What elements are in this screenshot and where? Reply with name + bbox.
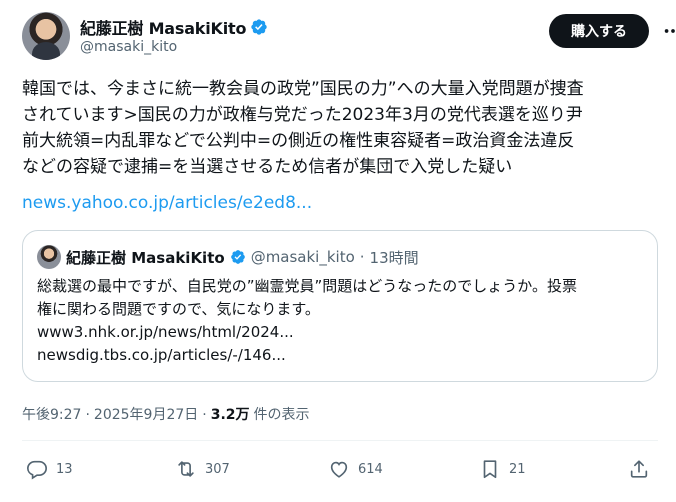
reply-button[interactable]: 13 bbox=[26, 458, 73, 480]
bookmark-count: 21 bbox=[509, 461, 526, 477]
like-count: 614 bbox=[358, 461, 383, 477]
more-options-icon[interactable] bbox=[662, 20, 676, 42]
quoted-tweet-header: 紀藤正樹 MasakiKito @masaki_kito · 13時間 bbox=[37, 245, 419, 269]
quoted-avatar bbox=[37, 245, 61, 269]
quoted-tweet-text: 総裁選の最中ですが、自民党の”幽霊党員”問題はどうなったのでしょうか。投票 権に… bbox=[37, 275, 647, 367]
repost-icon bbox=[178, 461, 194, 477]
quoted-display-name: 紀藤正樹 MasakiKito bbox=[66, 248, 225, 267]
bookmark-icon bbox=[483, 460, 497, 479]
heart-icon bbox=[330, 461, 348, 478]
bookmark-button[interactable]: 21 bbox=[479, 458, 526, 480]
tweet-time[interactable]: 午後9:27 bbox=[22, 404, 81, 424]
quoted-tweet-card[interactable]: 紀藤正樹 MasakiKito @masaki_kito · 13時間 総裁選の… bbox=[22, 230, 658, 382]
tweet-body-text: 韓国では、今まさに統一教会員の政党”国民の力”への大量入党問題が捜査 されていま… bbox=[22, 79, 584, 177]
like-button[interactable]: 614 bbox=[328, 458, 383, 480]
tweet-meta: 午後9:27 · 2025年9月27日 · 3.2万 件の表示 bbox=[22, 404, 310, 424]
reply-count: 13 bbox=[56, 461, 73, 477]
tweet-link[interactable]: news.yahoo.co.jp/articles/e2ed8... bbox=[22, 190, 312, 216]
quoted-text-line: 権に関わる問題ですので、気になります。 bbox=[37, 300, 320, 318]
tweet-header: 紀藤正樹 MasakiKito @masaki_kito 購入する bbox=[22, 12, 675, 60]
author-handle[interactable]: @masaki_kito bbox=[80, 39, 177, 55]
quoted-timestamp: 13時間 bbox=[369, 248, 419, 267]
author-name-row[interactable]: 紀藤正樹 MasakiKito bbox=[80, 15, 268, 39]
divider bbox=[22, 440, 658, 441]
buy-button[interactable]: 購入する bbox=[549, 14, 649, 48]
views-label: 件の表示 bbox=[253, 407, 310, 423]
verified-badge-icon bbox=[251, 19, 267, 35]
reply-icon bbox=[27, 460, 47, 480]
avatar[interactable] bbox=[22, 12, 70, 60]
quoted-link-tbs: newsdig.tbs.co.jp/articles/-/146... bbox=[37, 346, 286, 364]
author-display-name[interactable]: 紀藤正樹 MasakiKito bbox=[80, 15, 246, 39]
meta-separator: · bbox=[202, 407, 207, 423]
repost-count: 307 bbox=[205, 461, 230, 477]
quoted-text-line: 総裁選の最中ですが、自民党の”幽霊党員”問題はどうなったのでしょうか。投票 bbox=[37, 277, 577, 295]
meta-separator: · bbox=[85, 407, 90, 423]
share-icon bbox=[630, 460, 648, 478]
share-button[interactable] bbox=[628, 458, 650, 480]
repost-button[interactable]: 307 bbox=[175, 458, 230, 480]
quoted-verified-badge-icon bbox=[230, 250, 245, 264]
action-bar: 13 307 614 21 bbox=[22, 458, 658, 484]
quoted-handle: @masaki_kito bbox=[250, 248, 355, 266]
tweet-date[interactable]: 2025年9月27日 bbox=[94, 404, 198, 424]
views-count[interactable]: 3.2万 bbox=[211, 404, 250, 424]
quoted-separator: · bbox=[359, 248, 365, 266]
quoted-link-nhk: www3.nhk.or.jp/news/html/2024... bbox=[37, 323, 294, 341]
